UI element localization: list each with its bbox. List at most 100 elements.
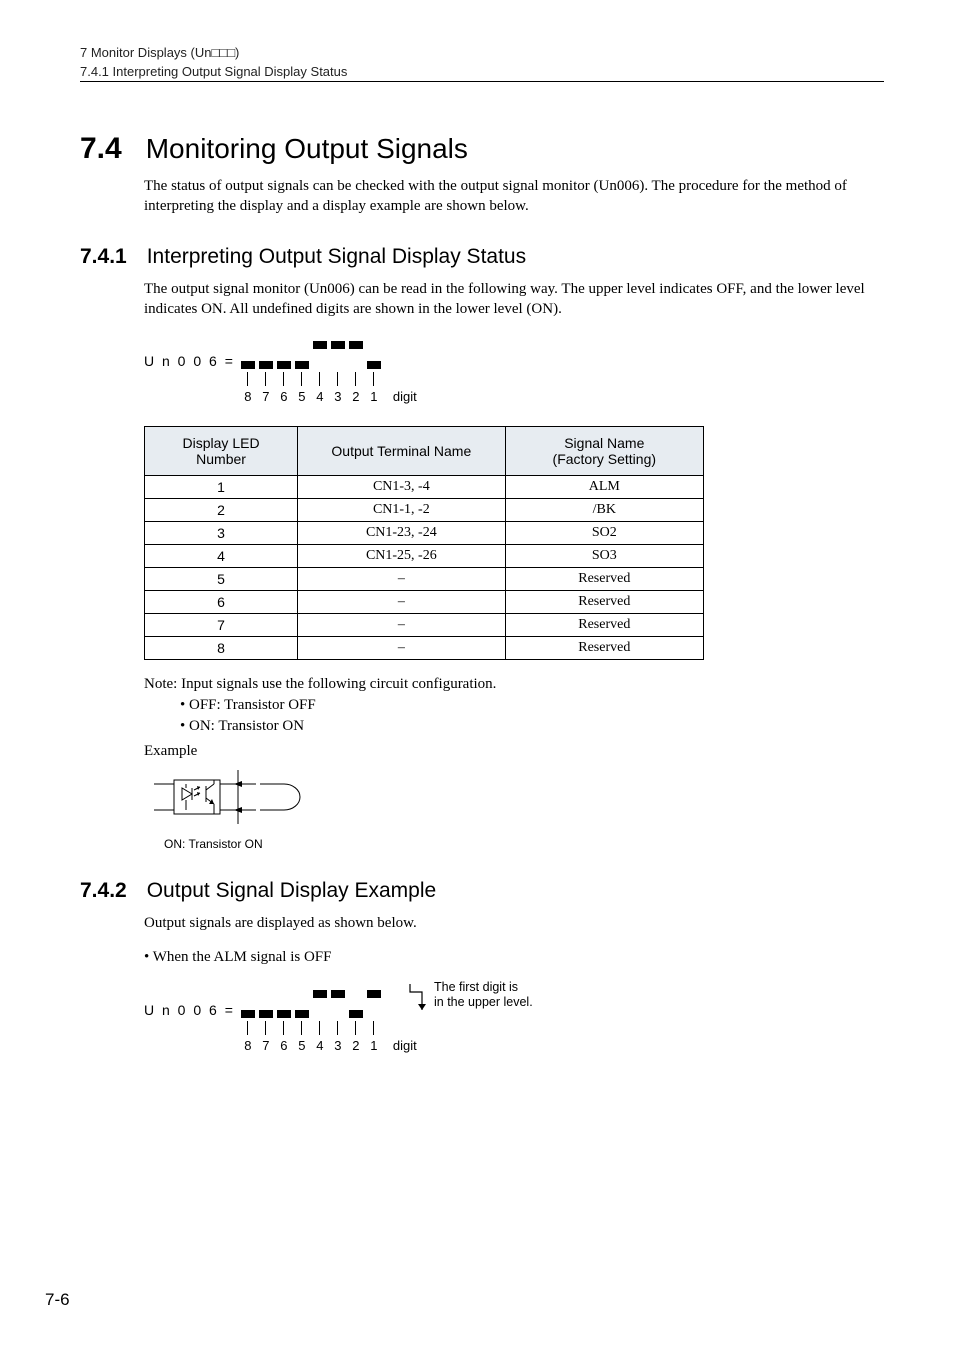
- cell-signal-name: ALM: [505, 476, 703, 499]
- digit-number: 5: [298, 389, 305, 404]
- table-row: 8–Reserved: [145, 637, 704, 660]
- segment-bottom: [349, 361, 363, 369]
- table-header-led: Display LEDNumber: [145, 427, 298, 476]
- cell-led-number: 1: [145, 476, 298, 499]
- segment-top: [295, 990, 309, 998]
- segment-bottom: [241, 1010, 255, 1018]
- digit-column: 4: [311, 990, 329, 1053]
- digit-column: 3: [329, 341, 347, 404]
- segment-bottom: [313, 361, 327, 369]
- circuit-caption: ON: Transistor ON: [164, 837, 884, 851]
- display-diagram-2-block: U n 0 0 6 = 87654321 digit The first dig…: [144, 990, 884, 1053]
- cell-led-number: 6: [145, 591, 298, 614]
- digit-number: 5: [298, 1038, 305, 1053]
- table-row: 4CN1-25, -26SO3: [145, 545, 704, 568]
- cell-terminal-name: CN1-3, -4: [298, 476, 505, 499]
- digit-column: 4: [311, 341, 329, 404]
- display-columns: 87654321: [239, 341, 383, 404]
- digit-column: 5: [293, 341, 311, 404]
- digit-column: 2: [347, 990, 365, 1053]
- circuit-figure: [144, 770, 324, 830]
- segment-bottom: [277, 361, 291, 369]
- subsection-number: 7.4.2: [80, 879, 127, 903]
- cell-signal-name: Reserved: [505, 568, 703, 591]
- page-number: 7-6: [45, 1290, 70, 1310]
- digit-column: 3: [329, 990, 347, 1053]
- cell-signal-name: Reserved: [505, 591, 703, 614]
- digit-column: 6: [275, 341, 293, 404]
- segment-bottom: [277, 1010, 291, 1018]
- segment-bottom: [241, 361, 255, 369]
- digit-number: 6: [280, 1038, 287, 1053]
- digit-number: 3: [334, 1038, 341, 1053]
- pointer-line: [337, 372, 338, 386]
- note-bullet-on: • ON: Transistor ON: [180, 716, 884, 737]
- cell-signal-name: SO3: [505, 545, 703, 568]
- digit-column: 5: [293, 990, 311, 1053]
- cell-terminal-name: –: [298, 614, 505, 637]
- cell-signal-name: SO2: [505, 522, 703, 545]
- section-heading: 7.4 Monitoring Output Signals: [80, 132, 884, 166]
- running-header-subsection: 7.4.1 Interpreting Output Signal Display…: [80, 64, 884, 82]
- segment-top: [277, 990, 291, 998]
- callout-line1: The first digit is: [434, 980, 518, 995]
- table-row: 6–Reserved: [145, 591, 704, 614]
- cell-terminal-name: CN1-25, -26: [298, 545, 505, 568]
- segment-bottom: [331, 1010, 345, 1018]
- cell-led-number: 5: [145, 568, 298, 591]
- digit-number: 7: [262, 1038, 269, 1053]
- segment-top: [367, 990, 381, 998]
- digit-column: 8: [239, 341, 257, 404]
- cell-terminal-name: –: [298, 591, 505, 614]
- digit-number: 1: [370, 389, 377, 404]
- segment-bottom: [259, 1010, 273, 1018]
- table-row: 3CN1-23, -24SO2: [145, 522, 704, 545]
- digit-number: 8: [244, 1038, 251, 1053]
- digit-number: 7: [262, 389, 269, 404]
- note-block: Note: Input signals use the following ci…: [144, 674, 884, 737]
- segment-top: [277, 341, 291, 349]
- pointer-line: [337, 1021, 338, 1035]
- display-columns: 87654321: [239, 990, 383, 1053]
- cell-led-number: 3: [145, 522, 298, 545]
- table-row: 1CN1-3, -4ALM: [145, 476, 704, 499]
- segment-top: [349, 341, 363, 349]
- segment-top: [241, 990, 255, 998]
- example-label: Example: [144, 743, 884, 760]
- segment-bottom: [349, 1010, 363, 1018]
- cell-led-number: 4: [145, 545, 298, 568]
- segment-bottom: [295, 361, 309, 369]
- cell-led-number: 8: [145, 637, 298, 660]
- segment-bottom: [295, 1010, 309, 1018]
- segment-top: [295, 341, 309, 349]
- section-title: Monitoring Output Signals: [146, 133, 468, 165]
- pointer-line: [265, 372, 266, 386]
- segment-top: [241, 341, 255, 349]
- subsection-title: Interpreting Output Signal Display Statu…: [147, 245, 526, 269]
- segment-bottom: [367, 1010, 381, 1018]
- display-diagram-1: U n 0 0 6 = 87654321 digit: [144, 341, 884, 404]
- digit-number: 8: [244, 389, 251, 404]
- cell-signal-name: Reserved: [505, 637, 703, 660]
- segment-top: [349, 990, 363, 998]
- pointer-line: [301, 1021, 302, 1035]
- digit-number: 1: [370, 1038, 377, 1053]
- pointer-line: [319, 1021, 320, 1035]
- cell-signal-name: Reserved: [505, 614, 703, 637]
- segment-top: [313, 990, 327, 998]
- subsection-741-para: The output signal monitor (Un006) can be…: [144, 279, 884, 320]
- signal-table: Display LEDNumber Output Terminal Name S…: [144, 426, 704, 660]
- note-line: Note: Input signals use the following ci…: [144, 674, 884, 695]
- digit-column: 1: [365, 990, 383, 1053]
- subsection-number: 7.4.1: [80, 245, 127, 269]
- digit-number: 6: [280, 389, 287, 404]
- cell-led-number: 7: [145, 614, 298, 637]
- digit-column: 8: [239, 990, 257, 1053]
- segment-top: [313, 341, 327, 349]
- cell-signal-name: /BK: [505, 499, 703, 522]
- pointer-line: [283, 372, 284, 386]
- pointer-line: [283, 1021, 284, 1035]
- digit-column: 1: [365, 341, 383, 404]
- segment-bottom: [367, 361, 381, 369]
- segment-bottom: [331, 361, 345, 369]
